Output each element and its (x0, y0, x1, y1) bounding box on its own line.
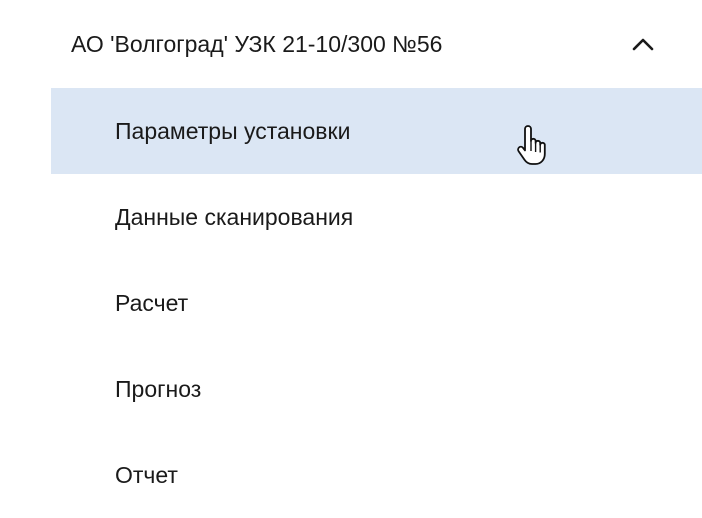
group-header[interactable]: АО 'Волгоград' УЗК 21-10/300 №56 (51, 0, 702, 88)
installation-group: АО 'Волгоград' УЗК 21-10/300 №56 Парамет… (51, 0, 702, 516)
menu-item-label: Данные сканирования (115, 204, 354, 230)
menu-item-label: Отчет (115, 462, 178, 488)
group-menu: Параметры установки Данные сканирования … (51, 88, 702, 518)
menu-item-scan-data[interactable]: Данные сканирования (51, 174, 702, 260)
menu-item-parameters[interactable]: Параметры установки (51, 88, 702, 174)
menu-item-label: Параметры установки (115, 118, 351, 144)
menu-item-report[interactable]: Отчет (51, 432, 702, 518)
menu-item-label: Прогноз (115, 376, 202, 402)
menu-item-label: Расчет (115, 290, 189, 316)
chevron-up-icon[interactable] (631, 34, 655, 52)
menu-item-calculation[interactable]: Расчет (51, 260, 702, 346)
group-title: АО 'Волгоград' УЗК 21-10/300 №56 (71, 31, 443, 57)
menu-item-forecast[interactable]: Прогноз (51, 346, 702, 432)
